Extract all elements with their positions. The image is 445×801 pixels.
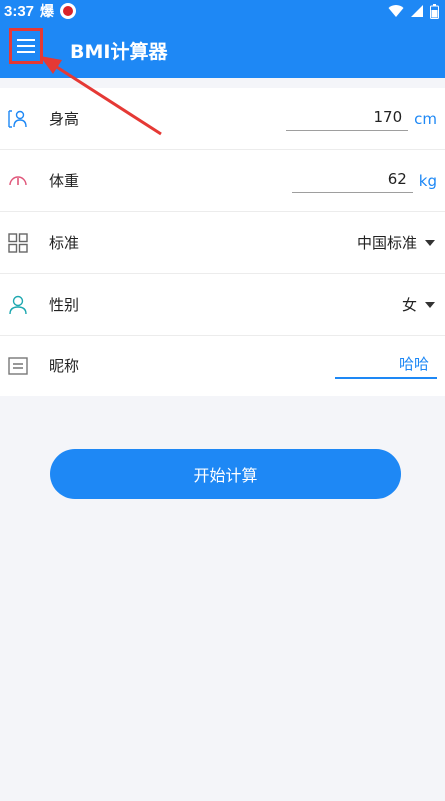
height-row: 身高 cm [0,88,445,149]
menu-icon-line [17,51,35,53]
nickname-card-icon [8,356,28,375]
height-input[interactable] [286,106,409,131]
grid-icon [8,232,28,253]
standard-row[interactable]: 标准 中国标准 [0,212,445,273]
height-person-icon [8,109,27,128]
nickname-row: 昵称 [0,335,445,396]
app-title: BMI计算器 [70,41,168,63]
menu-icon-line [17,39,35,41]
bmi-form: 身高 cm 体重 kg 标准 中国标准 [0,88,445,396]
cell-signal-icon [411,5,423,17]
weight-row: 体重 kg [0,150,445,211]
gender-select[interactable]: 女 [402,294,435,315]
gender-value: 女 [401,296,417,314]
standard-label: 标准 [49,234,80,252]
menu-icon-line [17,45,35,47]
weight-gauge-icon [9,175,27,185]
status-notification-text: 爆 [40,3,55,19]
gender-row[interactable]: 性别 女 [0,274,445,335]
notification-badge-icon [60,3,77,19]
dropdown-caret-icon [425,239,435,246]
status-bar: 3:37 爆 [0,0,445,22]
dropdown-caret-icon [425,301,435,308]
nickname-input[interactable] [335,352,437,379]
app-bar: BMI计算器 [0,22,445,78]
person-icon [9,295,27,314]
gender-label: 性别 [49,296,80,314]
weight-label: 体重 [49,172,80,190]
nickname-label: 昵称 [49,357,80,375]
height-unit: cm [414,109,437,128]
standard-value: 中国标准 [356,234,417,252]
weight-input[interactable] [291,168,413,193]
wifi-icon [388,5,404,18]
battery-icon [430,3,439,19]
status-right [388,3,439,19]
standard-select[interactable]: 中国标准 [357,232,435,253]
status-left: 3:37 爆 [4,1,77,21]
weight-unit: kg [418,171,437,190]
status-time: 3:37 [4,2,35,20]
menu-button[interactable] [9,28,43,64]
height-input-wrap: cm [286,106,437,131]
start-calculate-button[interactable]: 开始计算 [50,449,401,499]
weight-input-wrap: kg [291,168,437,193]
height-label: 身高 [49,110,80,128]
